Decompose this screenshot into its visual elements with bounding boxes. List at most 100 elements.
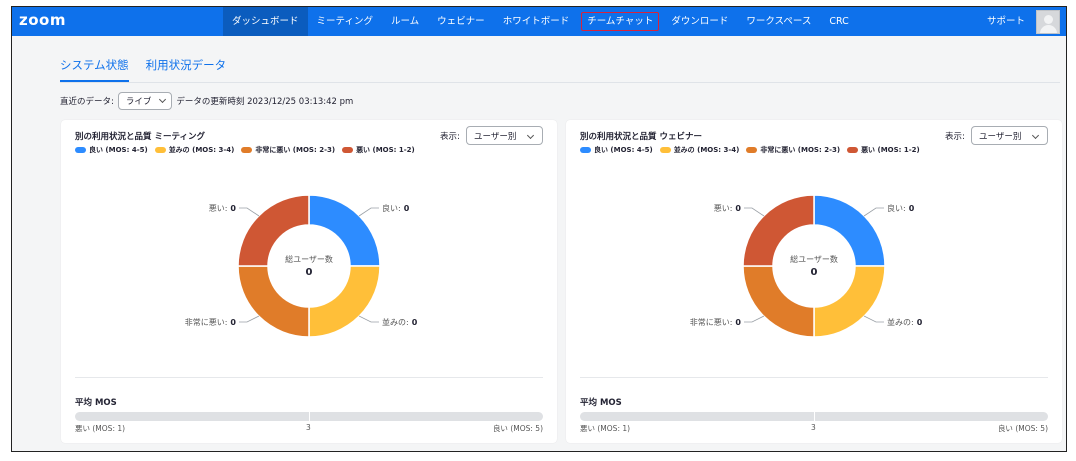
legend-label-bad: 悪い (MOS: 1-2) xyxy=(861,146,920,154)
average-mos-bar xyxy=(75,412,543,421)
quality-donut-chart: 良い: 0 並みの: 0 非常に悪い: 0 悪い: 0 総ユーザー数 0 xyxy=(690,194,923,338)
donut-segment-fair[interactable] xyxy=(813,265,886,338)
leader-line-fair xyxy=(863,315,884,323)
main-nav: ダッシュボード ミーティング ルーム ウェビナー ホワイトボード チームチャット… xyxy=(223,7,858,36)
data-updated-time: データの更新時刻 2023/12/25 03:13:42 pm xyxy=(176,97,354,107)
data-filter-row: 直近のデータ: ライブ データの更新時刻 2023/12/25 03:13:42… xyxy=(60,92,353,110)
tab-usage-data[interactable]: 利用状況データ xyxy=(146,57,227,82)
legend-label-good: 良い (MOS: 4-5) xyxy=(594,146,653,154)
nav-download[interactable]: ダウンロード xyxy=(662,7,737,36)
recent-data-select-value: ライブ xyxy=(125,97,152,107)
slice-label-fair: 並みの: 0 xyxy=(887,317,923,327)
legend-swatch-fair xyxy=(154,147,166,153)
mos-scale-mid: 3 xyxy=(811,423,816,432)
view-label: 表示: xyxy=(945,132,965,142)
quality-donut-chart: 良い: 0 並みの: 0 非常に悪い: 0 悪い: 0 総ユーザー数 0 xyxy=(185,194,418,338)
view-select[interactable]: ユーザー別 xyxy=(971,126,1048,145)
tab-system-status[interactable]: システム状態 xyxy=(60,57,129,82)
app-window: zoom ダッシュボード ミーティング ルーム ウェビナー ホワイトボード チー… xyxy=(11,6,1067,452)
dashboard-tabs: システム状態 利用状況データ xyxy=(60,57,243,82)
mos-scale-max: 良い (MOS: 5) xyxy=(997,424,1048,433)
donut-center-label: 総ユーザー数 xyxy=(285,254,333,264)
card-title: 別の利用状況と品質 ミーティング xyxy=(75,132,205,142)
slice-label-bad: 悪い: 0 xyxy=(209,204,237,213)
legend-item-bad: 悪い (MOS: 1-2) xyxy=(342,145,415,155)
chevron-down-icon xyxy=(1031,131,1040,140)
mos-scale-mid: 3 xyxy=(306,423,311,432)
legend-swatch-bad xyxy=(847,147,859,153)
slice-label-fair: 並みの: 0 xyxy=(382,317,418,327)
top-navigation-bar: zoom ダッシュボード ミーティング ルーム ウェビナー ホワイトボード チー… xyxy=(12,7,1066,36)
donut-center-label: 総ユーザー数 xyxy=(790,254,838,264)
nav-dashboard[interactable]: ダッシュボード xyxy=(223,7,308,36)
legend-label-fair: 並みの (MOS: 3-4) xyxy=(168,146,235,154)
leader-line-fair xyxy=(358,315,379,323)
user-avatar[interactable] xyxy=(1036,10,1060,34)
legend-swatch-fair xyxy=(659,147,671,153)
legend-item-good: 良い (MOS: 4-5) xyxy=(580,145,653,155)
card-divider xyxy=(75,377,543,378)
nav-whiteboard[interactable]: ホワイトボード xyxy=(494,7,579,36)
legend-item-good: 良い (MOS: 4-5) xyxy=(75,145,148,155)
nav-crc[interactable]: CRC xyxy=(820,7,857,36)
legend-label-fair: 並みの (MOS: 3-4) xyxy=(673,146,740,154)
donut-segment-fair[interactable] xyxy=(308,265,381,338)
legend-item-poor: 非常に悪い (MOS: 2-3) xyxy=(746,145,840,155)
slice-label-poor: 非常に悪い: 0 xyxy=(185,317,237,327)
legend-item-fair: 並みの (MOS: 3-4) xyxy=(659,145,740,155)
legend-swatch-poor xyxy=(241,147,253,153)
mos-scale-max: 良い (MOS: 5) xyxy=(492,424,543,433)
nav-team-chat[interactable]: チームチャット xyxy=(578,7,662,36)
average-mos-bar xyxy=(580,412,1048,421)
leader-line-bad xyxy=(744,207,765,217)
leader-line-poor xyxy=(239,315,260,323)
legend-label-poor: 非常に悪い (MOS: 2-3) xyxy=(760,146,841,154)
chevron-down-icon xyxy=(159,95,167,104)
legend-item-bad: 悪い (MOS: 1-2) xyxy=(847,145,920,155)
leader-line-good xyxy=(358,207,379,217)
view-select[interactable]: ユーザー別 xyxy=(466,126,543,145)
donut-segment-poor[interactable] xyxy=(742,265,815,338)
webinar-quality-card: 別の利用状況と品質 ウェビナー 表示: ユーザー別 良い (MOS: 4-5) … xyxy=(566,120,1062,443)
slice-label-good: 良い: 0 xyxy=(887,203,915,213)
donut-center-value: 0 xyxy=(306,267,313,278)
slice-label-good: 良い: 0 xyxy=(382,203,410,213)
average-mos-title: 平均 MOS xyxy=(580,398,622,408)
meeting-quality-card: 別の利用状況と品質 ミーティング 表示: ユーザー別 良い (MOS: 4-5)… xyxy=(61,120,557,443)
legend-item-fair: 並みの (MOS: 3-4) xyxy=(154,145,235,155)
nav-meetings[interactable]: ミーティング xyxy=(308,7,382,36)
nav-workspaces[interactable]: ワークスペース xyxy=(737,7,820,36)
chevron-down-icon xyxy=(526,131,535,140)
legend-label-good: 良い (MOS: 4-5) xyxy=(89,146,148,154)
mos-scale-min: 悪い (MOS: 1) xyxy=(580,424,631,433)
mos-midpoint-tick xyxy=(814,412,815,421)
legend-swatch-bad xyxy=(342,147,354,153)
donut-segment-poor[interactable] xyxy=(237,265,310,338)
legend-item-poor: 非常に悪い (MOS: 2-3) xyxy=(241,145,335,155)
recent-data-label: 直近のデータ: xyxy=(60,97,114,107)
leader-line-poor xyxy=(744,315,765,323)
avatar-head-shape xyxy=(1044,15,1053,24)
view-label: 表示: xyxy=(440,132,460,142)
donut-center-value: 0 xyxy=(811,267,818,278)
mos-scale-min: 悪い (MOS: 1) xyxy=(75,424,126,433)
nav-webinars[interactable]: ウェビナー xyxy=(428,7,494,36)
legend-swatch-good xyxy=(75,147,86,153)
recent-data-select[interactable]: ライブ xyxy=(117,92,173,110)
legend-label-bad: 悪い (MOS: 1-2) xyxy=(356,146,415,154)
legend-swatch-good xyxy=(580,147,591,153)
average-mos-title: 平均 MOS xyxy=(75,398,117,408)
support-link[interactable]: サポート xyxy=(987,7,1025,36)
legend-swatch-poor xyxy=(746,147,758,153)
nav-rooms[interactable]: ルーム xyxy=(382,7,428,36)
card-title: 別の利用状況と品質 ウェビナー xyxy=(580,132,702,142)
chart-legend: 良い (MOS: 4-5) 並みの (MOS: 3-4) 非常に悪い (MOS:… xyxy=(580,145,927,155)
leader-line-bad xyxy=(239,207,260,217)
zoom-logo[interactable]: zoom xyxy=(19,11,66,29)
view-select-value: ユーザー別 xyxy=(474,131,517,142)
card-divider xyxy=(580,377,1048,378)
avatar-body-shape xyxy=(1040,25,1057,33)
leader-line-good xyxy=(863,207,884,217)
legend-label-poor: 非常に悪い (MOS: 2-3) xyxy=(255,146,336,154)
tabs-divider xyxy=(60,82,1060,83)
